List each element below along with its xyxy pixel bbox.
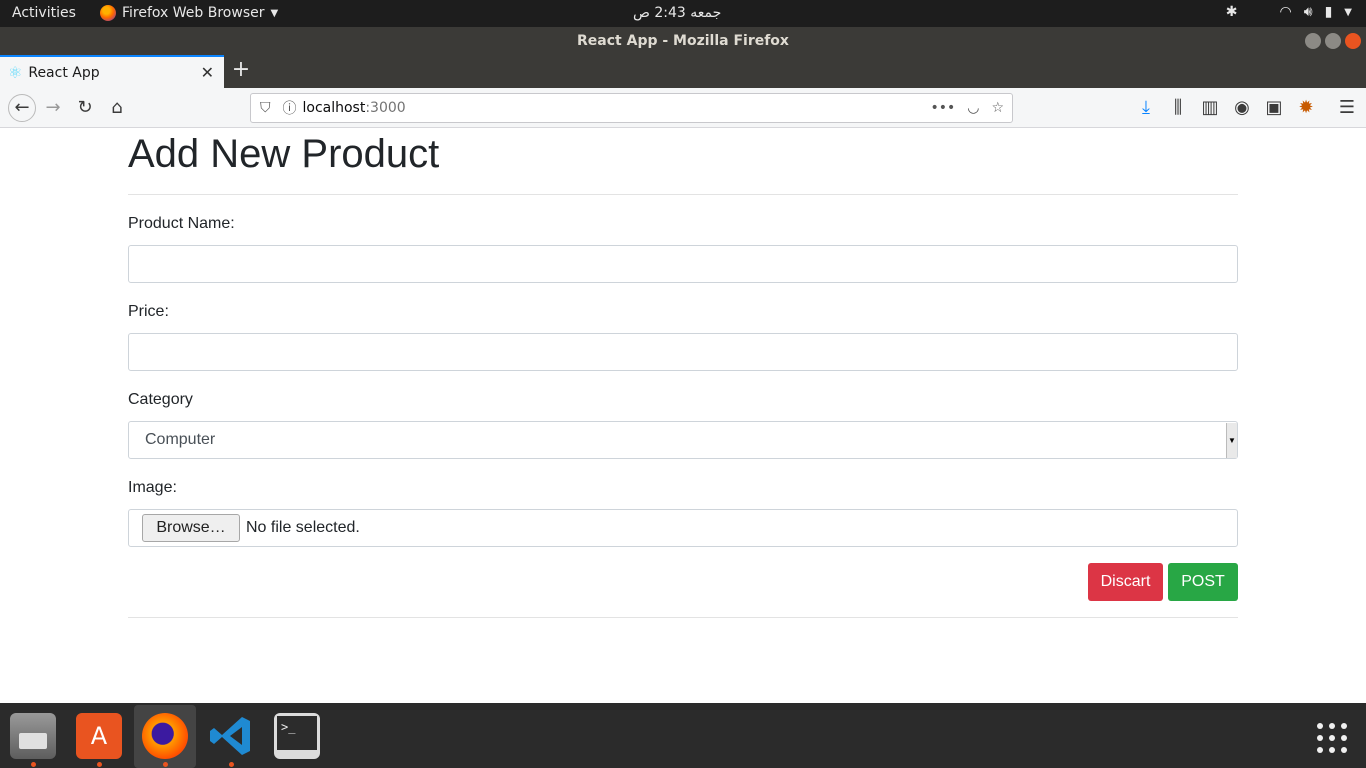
firefox-icon[interactable] [142,713,188,759]
tab-strip: ⚛ React App ✕ + [0,55,1366,88]
file-status: No file selected. [246,519,360,536]
software-icon[interactable]: A [76,713,122,759]
clock[interactable]: جمعه 2:43 ص [633,5,721,21]
form-actions: Discart POST [128,563,1238,601]
reload-button[interactable]: ↻ [73,96,97,120]
url-bar[interactable]: ⛉ ⓘ localhost:3000 ••• ◡ ☆ [250,93,1013,123]
post-button[interactable]: POST [1168,563,1238,601]
battery-icon[interactable]: ▮ [1325,4,1333,20]
chevron-down-icon[interactable]: ▼ [1226,423,1237,458]
navigation-toolbar: ← → ↻ ⌂ ⛉ ⓘ localhost:3000 ••• ◡ ☆ ⤓ ⫼ ▥… [0,88,1366,128]
url-host: localhost [302,100,366,116]
page-actions-icon[interactable]: ••• [930,100,955,116]
window-title: React App - Mozilla Firefox [577,33,789,49]
sidebar-icon[interactable]: ▥ [1198,96,1222,120]
close-window-button[interactable] [1345,33,1361,49]
tab-title: React App [28,64,100,81]
discard-button[interactable]: Discart [1088,563,1163,601]
tab-react-app[interactable]: ⚛ React App ✕ [0,55,224,88]
dock: A >_ [0,703,1366,768]
gnome-top-bar: Activities Firefox Web Browser ▼ جمعه 2:… [0,0,1366,27]
wifi-icon[interactable]: ◠ [1280,4,1292,20]
divider [128,194,1238,195]
running-indicator [229,762,234,767]
category-select[interactable]: Computer ▼ [128,421,1238,459]
volume-icon[interactable]: 🔊︎ [1304,4,1313,20]
category-selected-value: Computer [145,431,216,448]
divider [128,617,1238,618]
running-indicator [163,762,168,767]
page-title: Add New Product [128,132,440,176]
vscode-icon[interactable] [208,713,254,759]
browse-button[interactable]: Browse… [142,514,240,542]
forward-button[interactable]: → [41,96,65,120]
image-label: Image: [128,479,177,496]
show-applications-button[interactable] [1316,722,1348,754]
system-tray[interactable]: ✱ ◠ 🔊︎ ▮ ▼ [1226,4,1352,20]
back-button[interactable]: ← [8,94,36,122]
home-button[interactable]: ⌂ [105,96,129,120]
chevron-down-icon[interactable]: ▼ [1344,7,1352,18]
bookmark-star-icon[interactable]: ☆ [991,100,1004,116]
extension-icon[interactable]: ▣ [1262,96,1286,120]
minimize-button[interactable] [1305,33,1321,49]
chevron-down-icon: ▼ [270,7,279,19]
page-content: Add New Product Product Name: Price: Cat… [128,129,1238,618]
running-indicator [31,762,36,767]
shield-icon[interactable]: ⛉ [260,100,271,116]
close-tab-icon[interactable]: ✕ [201,63,214,82]
product-name-label: Product Name: [128,215,235,232]
maximize-button[interactable] [1325,33,1341,49]
price-input[interactable] [128,333,1238,371]
download-icon[interactable]: ⤓ [1134,96,1158,120]
url-port: :3000 [365,100,406,116]
product-name-input[interactable] [128,245,1238,283]
react-icon: ⚛ [8,63,23,82]
firefox-icon [100,5,116,21]
terminal-icon[interactable]: >_ [274,713,320,759]
hamburger-menu-icon[interactable]: ☰ [1335,96,1359,120]
app-menu[interactable]: Firefox Web Browser ▼ [100,5,278,21]
category-label: Category [128,391,193,408]
running-indicator [97,762,102,767]
activities-button[interactable]: Activities [12,5,76,21]
library-icon[interactable]: ⫼ [1166,96,1190,120]
files-icon[interactable] [10,713,56,759]
price-label: Price: [128,303,169,320]
image-file-input[interactable]: Browse… No file selected. [128,509,1238,547]
account-icon[interactable]: ◉ [1230,96,1254,120]
new-tab-button[interactable]: + [230,59,252,83]
extension-orange-icon[interactable]: ✹ [1294,96,1318,120]
bluetooth-icon[interactable]: ✱ [1226,4,1238,20]
app-menu-label: Firefox Web Browser [122,5,265,21]
window-titlebar: React App - Mozilla Firefox [0,27,1366,55]
info-icon[interactable]: ⓘ [283,98,297,118]
pocket-icon[interactable]: ◡ [967,100,979,116]
